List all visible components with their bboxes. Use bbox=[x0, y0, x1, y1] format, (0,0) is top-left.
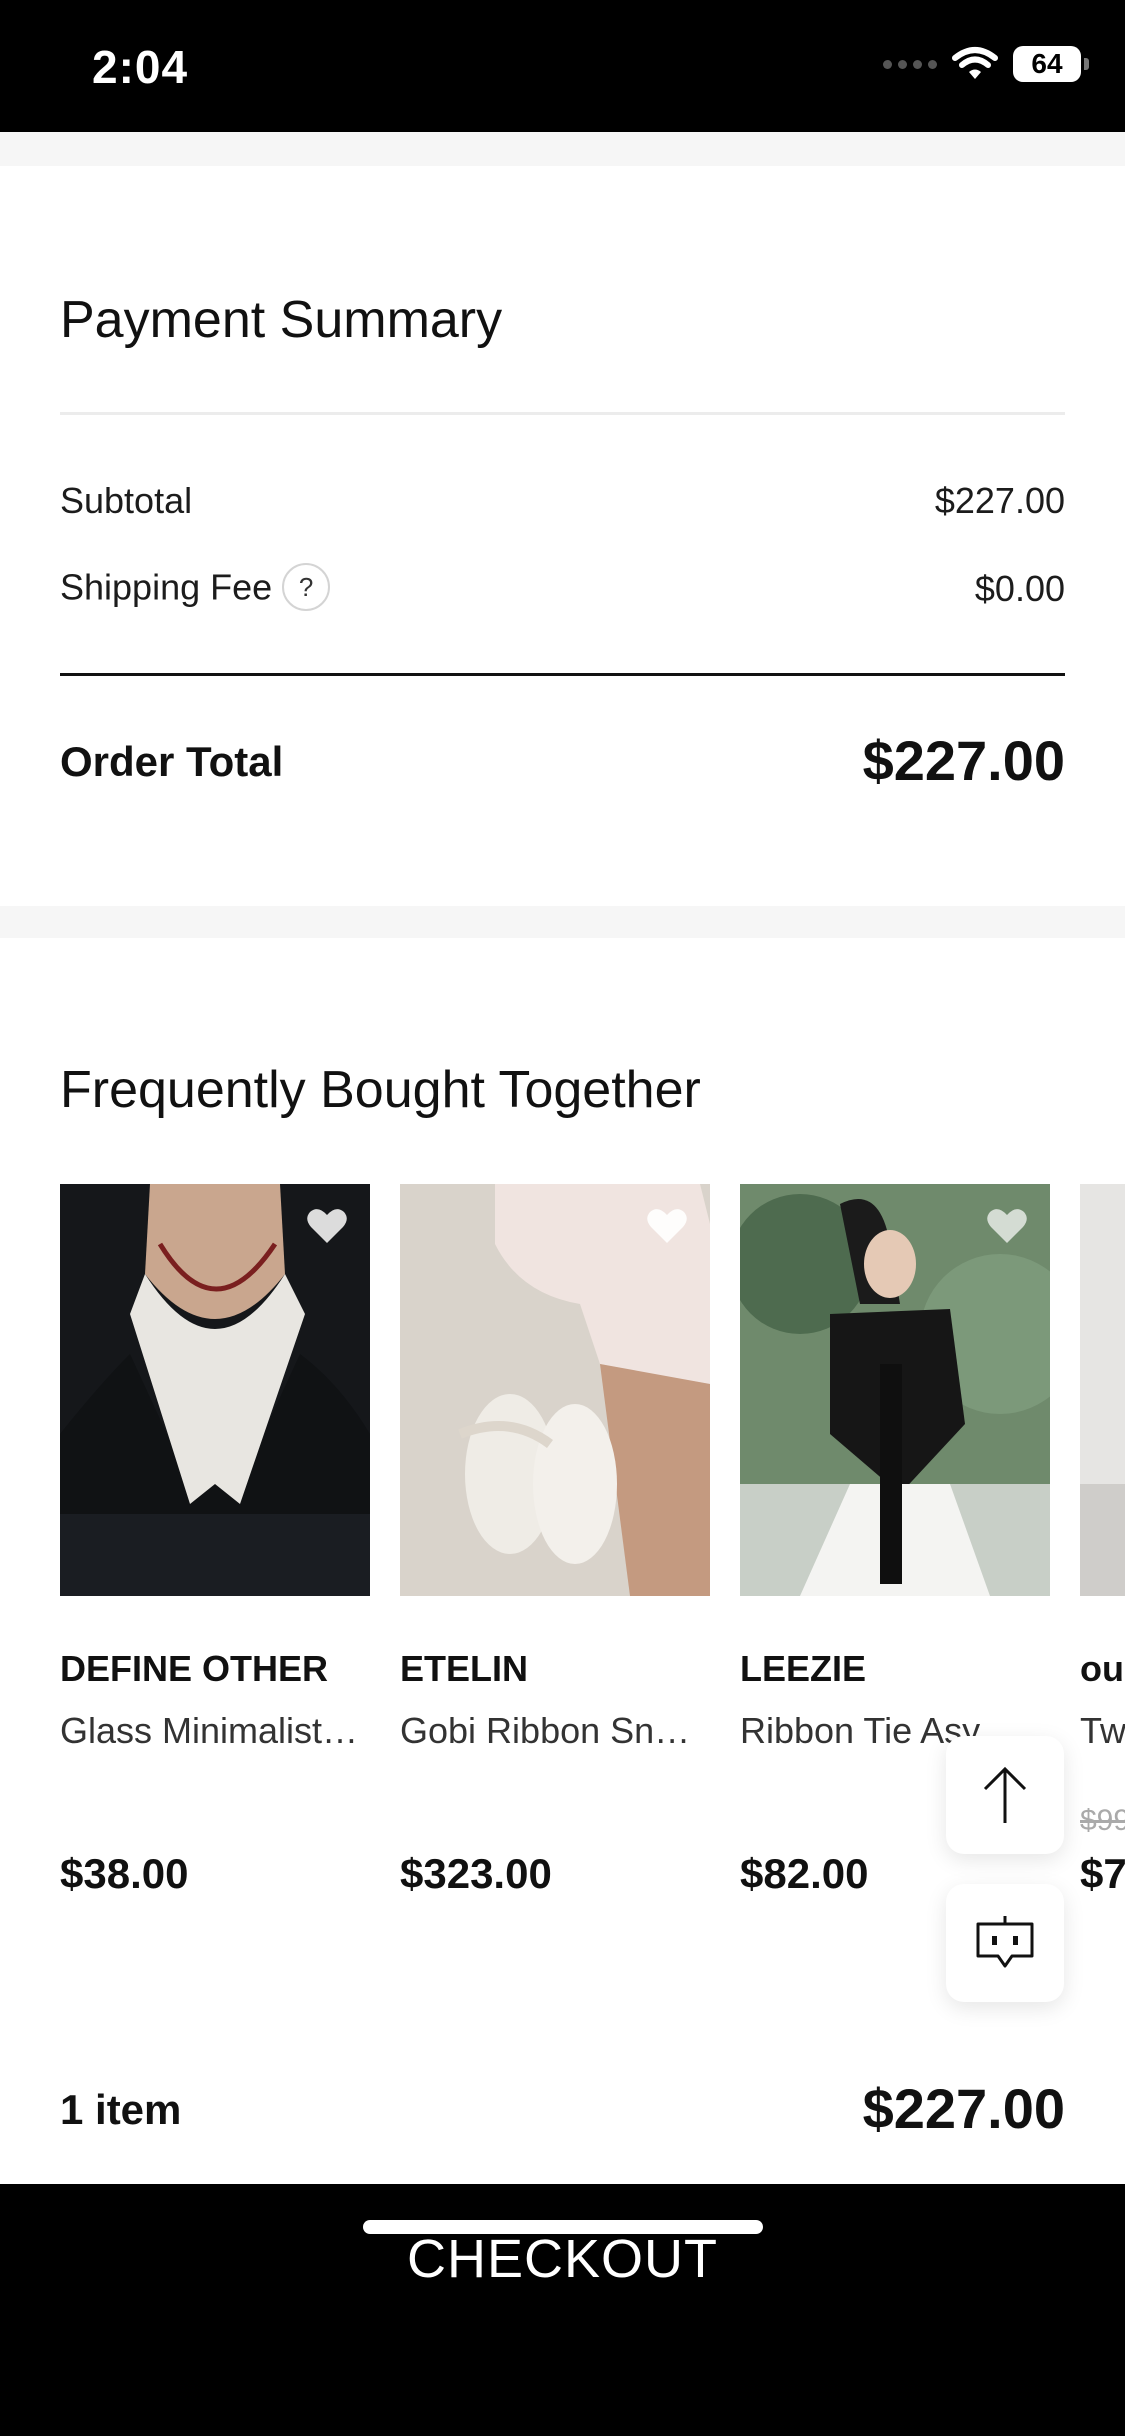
product-brand: LEEZIE bbox=[740, 1648, 867, 1689]
product-name[interactable]: Gobi Ribbon Sne... bbox=[400, 1710, 700, 1752]
heart-icon[interactable] bbox=[646, 1206, 688, 1246]
status-time: 2:04 bbox=[92, 41, 189, 93]
product-card[interactable]: ETELIN Gobi Ribbon Sne... $323.00 bbox=[400, 1184, 710, 1897]
total-divider bbox=[60, 673, 1065, 676]
payment-summary-title: Payment Summary bbox=[60, 291, 503, 349]
product-card[interactable]: LEEZIE Ribbon Tie Asym... $82.00 bbox=[740, 1184, 1050, 1897]
wifi-icon bbox=[952, 47, 998, 79]
section-divider bbox=[0, 906, 1125, 938]
home-indicator[interactable] bbox=[363, 2220, 763, 2234]
arrow-up-icon bbox=[983, 1766, 1027, 1823]
shipping-fee-label: Shipping Fee bbox=[60, 566, 273, 608]
signal-icon bbox=[883, 59, 937, 69]
product-price: $38.00 bbox=[60, 1850, 189, 1897]
product-brand: oui bbox=[1080, 1648, 1125, 1689]
cart-total: $227.00 bbox=[862, 2077, 1065, 2140]
heart-icon[interactable] bbox=[306, 1206, 348, 1246]
order-total-label: Order Total bbox=[60, 738, 284, 785]
product-card[interactable]: DEFINE OTHER Glass Minimalist ... $38.00 bbox=[60, 1184, 370, 1897]
divider bbox=[60, 412, 1065, 415]
product-price: $323.00 bbox=[400, 1850, 552, 1897]
product-image-top[interactable] bbox=[740, 1184, 1050, 1596]
frequently-bought-together-title: Frequently Bought Together bbox=[60, 1061, 701, 1119]
product-card[interactable]: oui Twi $99 $7 bbox=[1080, 1184, 1125, 1897]
status-indicators: 64 bbox=[883, 46, 1089, 82]
product-image-partial[interactable] bbox=[1080, 1184, 1125, 1596]
product-price: $7 bbox=[1080, 1850, 1125, 1897]
product-original-price: $99 bbox=[1080, 1804, 1125, 1837]
order-total-value: $227.00 bbox=[862, 729, 1065, 792]
item-count: 1 item bbox=[60, 2086, 182, 2133]
subtotal-value: $227.00 bbox=[934, 480, 1065, 521]
battery-icon: 64 bbox=[1013, 46, 1089, 82]
shipping-fee-value: $0.00 bbox=[974, 568, 1065, 609]
checkout-button[interactable]: CHECKOUT bbox=[0, 2184, 1125, 2334]
product-image-necklace[interactable] bbox=[60, 1184, 370, 1596]
shipping-fee-row: Shipping Fee? bbox=[60, 563, 331, 614]
product-name[interactable]: Twi bbox=[1080, 1710, 1125, 1752]
scroll-to-top-button[interactable] bbox=[946, 1736, 1064, 1854]
product-brand: DEFINE OTHER bbox=[60, 1648, 329, 1689]
product-price: $82.00 bbox=[740, 1850, 869, 1897]
chat-assistant-button[interactable] bbox=[946, 1884, 1064, 2002]
subtotal-label: Subtotal bbox=[60, 480, 193, 521]
product-brand: ETELIN bbox=[400, 1648, 529, 1689]
heart-icon[interactable] bbox=[986, 1206, 1028, 1246]
product-image-sneakers[interactable] bbox=[400, 1184, 710, 1596]
section-divider bbox=[0, 132, 1125, 166]
product-name[interactable]: Glass Minimalist ... bbox=[60, 1710, 360, 1752]
chatbot-icon bbox=[976, 1916, 1034, 1968]
help-icon[interactable]: ? bbox=[282, 563, 331, 611]
status-bar: 2:04 64 bbox=[0, 0, 1125, 132]
